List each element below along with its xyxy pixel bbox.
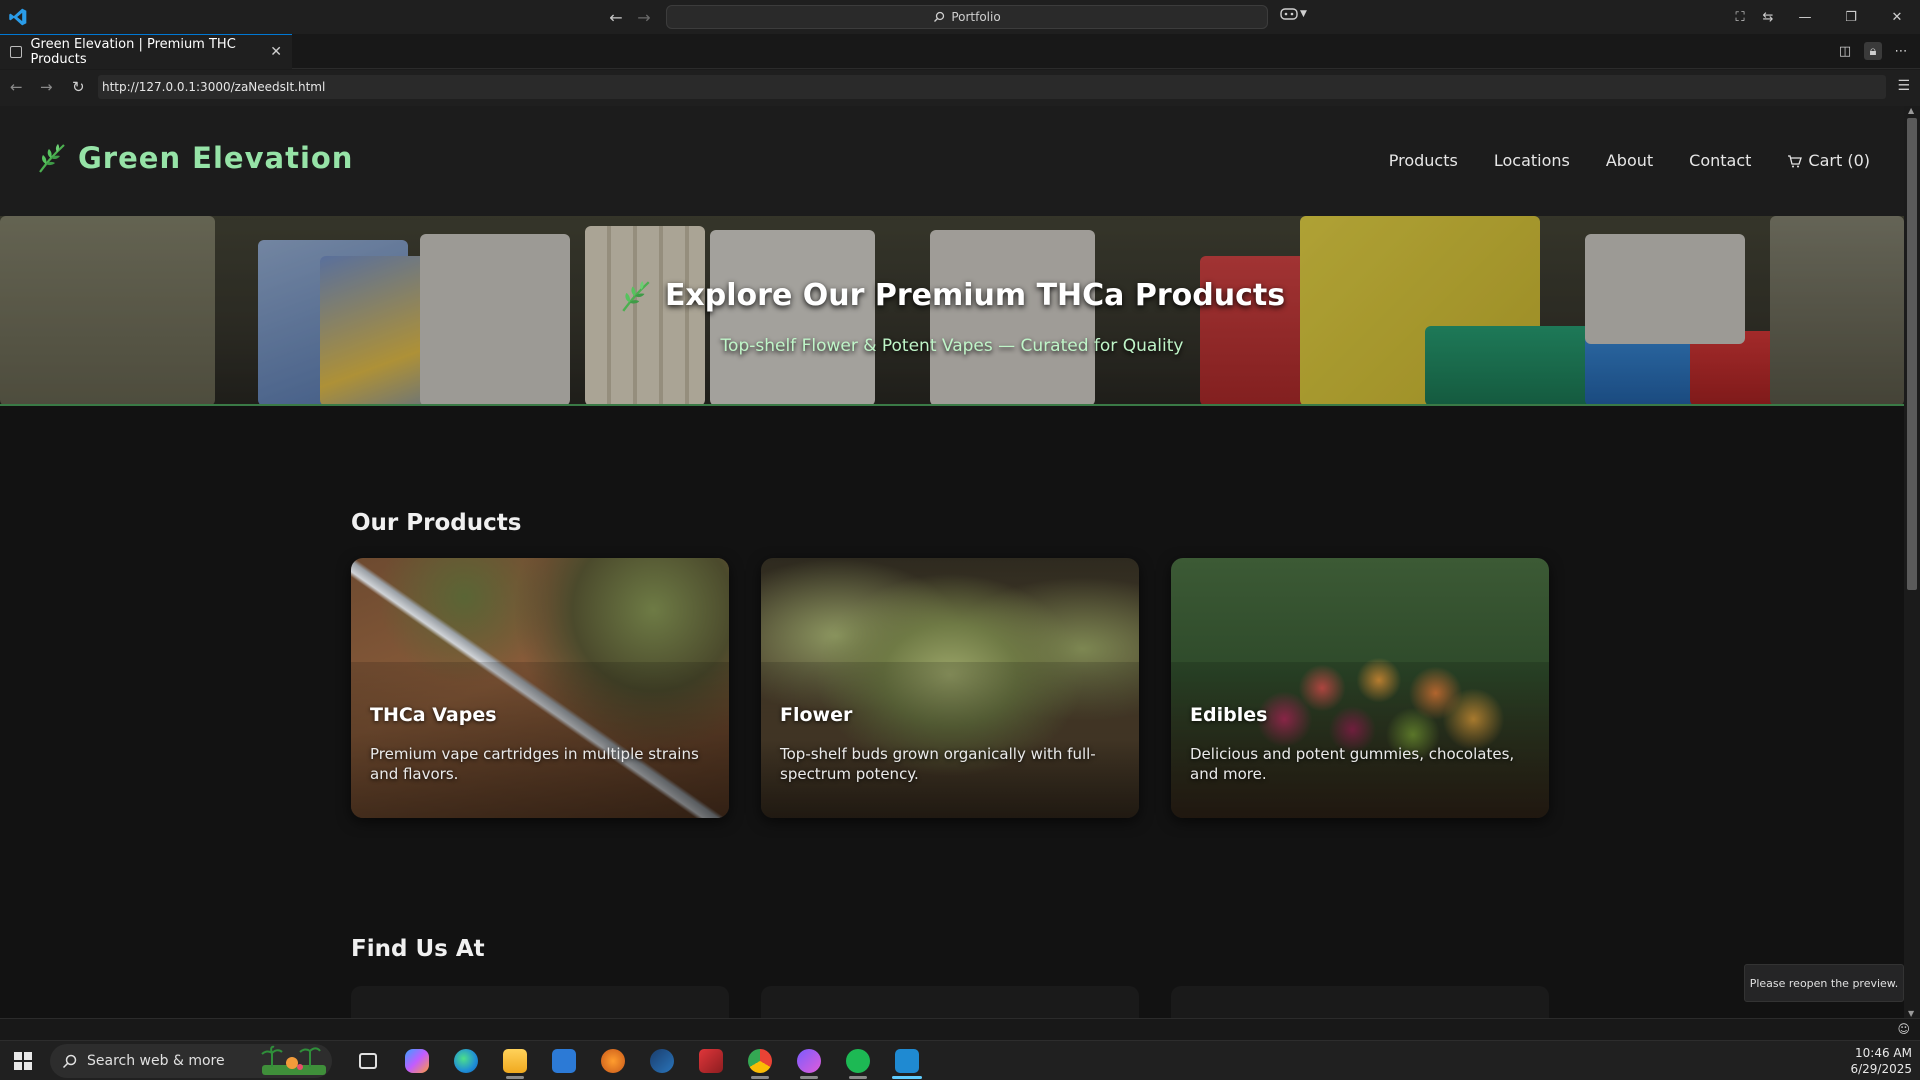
copilot-icon [1280, 8, 1298, 20]
card-shade [1171, 662, 1549, 818]
product-card-title: Edibles [1190, 704, 1268, 726]
nav-locations[interactable]: Locations [1494, 151, 1570, 170]
scroll-up-icon[interactable]: ▲ [1908, 106, 1914, 115]
search-icon [934, 11, 945, 22]
clock-date: 6/29/2025 [1850, 1062, 1912, 1076]
command-center-label: Portfolio [951, 10, 1001, 24]
hero-subtitle: Top-shelf Flower & Potent Vapes — Curate… [720, 336, 1184, 356]
nav-cart[interactable]: Cart (0) [1787, 151, 1870, 170]
location-card[interactable] [1171, 986, 1549, 1018]
layout-toggle-icon[interactable]: ⇆ [1754, 0, 1782, 34]
location-card[interactable] [351, 986, 729, 1018]
tab-title: Green Elevation | Premium THC Products [30, 37, 236, 67]
vscode-logo-icon[interactable] [8, 7, 28, 27]
card-shade [761, 662, 1139, 818]
start-button-icon[interactable] [14, 1052, 32, 1070]
notification-toast: Please reopen the preview. [1744, 964, 1904, 1002]
preview-icon [10, 46, 23, 58]
product-cards: THCa Vapes Premium vape cartridges in mu… [351, 558, 1549, 818]
brand-name: Green Elevation [78, 141, 354, 175]
preview-address-bar: ← → ↻ ☰ [0, 70, 1920, 106]
products-section-title: Our Products [351, 510, 522, 536]
cart-icon [1788, 154, 1803, 167]
discord-icon[interactable] [784, 1043, 833, 1079]
nav-contact[interactable]: Contact [1689, 151, 1751, 170]
copilot-app-icon[interactable] [392, 1043, 441, 1079]
product-card-vapes[interactable]: THCa Vapes Premium vape cartridges in mu… [351, 558, 729, 818]
forward-arrow-icon[interactable]: → [634, 6, 654, 28]
hero-banner: Explore Our Premium THCa Products Top-sh… [0, 216, 1904, 406]
steam-icon[interactable] [637, 1043, 686, 1079]
hero-heading: Explore Our Premium THCa Products [0, 278, 1904, 313]
split-editor-icon[interactable]: ◫ [1836, 42, 1854, 60]
edge-icon[interactable] [441, 1043, 490, 1079]
chrome-icon[interactable] [735, 1043, 784, 1079]
product-card-flower[interactable]: Flower Top-shelf buds grown organically … [761, 558, 1139, 818]
preview-menu-icon[interactable]: ☰ [1897, 78, 1910, 94]
lock-icon[interactable]: 🔒︎ [1864, 42, 1882, 60]
site-nav: Products Locations About Contact Cart (0… [1389, 151, 1870, 170]
window-controls: ⛶ ⇆ — ❐ ✕ [1726, 0, 1920, 34]
product-card-title: Flower [780, 704, 853, 726]
clock-time: 10:46 AM [1855, 1046, 1912, 1060]
system-clock[interactable]: 10:46 AM 6/29/2025 [1850, 1045, 1912, 1077]
title-bar: ← → Portfolio ▼ ⛶ ⇆ — ❐ ✕ [0, 0, 1920, 34]
cart-label: Cart (0) [1808, 151, 1870, 170]
preview-forward-icon[interactable]: → [40, 78, 53, 96]
nav-about[interactable]: About [1606, 151, 1653, 170]
site-header: Green Elevation Products Locations About… [0, 106, 1904, 216]
tab-preview[interactable]: Green Elevation | Premium THC Products ✕ [0, 34, 292, 69]
editor-tab-bar: Green Elevation | Premium THC Products ✕… [0, 34, 1920, 69]
card-shade [351, 662, 729, 818]
product-card-description: Premium vape cartridges in multiple stra… [370, 745, 699, 783]
page-scrollbar[interactable]: ▲ ▼ [1904, 106, 1920, 1018]
search-highlight-art-icon [261, 1045, 326, 1075]
tab-actions: ◫ 🔒︎ ⋯ [1836, 42, 1910, 60]
scrollbar-thumb[interactable] [1907, 118, 1917, 590]
taskbar-apps [343, 1043, 931, 1079]
web-page: Green Elevation Products Locations About… [0, 106, 1904, 1018]
search-icon [62, 1054, 77, 1068]
scroll-down-icon[interactable]: ▼ [1908, 1009, 1914, 1018]
brand[interactable]: Green Elevation [36, 141, 353, 175]
minimize-button[interactable]: — [1782, 0, 1828, 34]
reload-icon[interactable]: ↻ [72, 78, 85, 96]
copilot-status-icon[interactable]: ☺ [1897, 1022, 1910, 1036]
copilot-button[interactable]: ▼ [1280, 7, 1307, 21]
location-cards [351, 986, 1549, 1018]
location-card[interactable] [761, 986, 1139, 1018]
more-actions-icon[interactable]: ⋯ [1892, 42, 1910, 60]
close-tab-icon[interactable]: ✕ [270, 44, 282, 60]
chevron-down-icon: ▼ [1300, 9, 1307, 19]
product-card-edibles[interactable]: Edibles Delicious and potent gummies, ch… [1171, 558, 1549, 818]
product-card-description: Delicious and potent gummies, chocolates… [1190, 745, 1515, 783]
url-input[interactable] [98, 75, 1886, 99]
back-arrow-icon[interactable]: ← [606, 6, 626, 28]
status-bar: ☺ [0, 1018, 1920, 1040]
locations-section-title: Find Us At [351, 936, 485, 962]
microsoft-store-icon[interactable] [539, 1043, 588, 1079]
vscode-app-icon[interactable] [882, 1043, 931, 1079]
leaf-logo-icon [39, 144, 65, 173]
preview-back-icon[interactable]: ← [10, 78, 23, 96]
taskbar: Search web & more 10:46 AM 6/29/2025 [0, 1040, 1920, 1080]
hero-title-text: Explore Our Premium THCa Products [664, 278, 1286, 313]
close-window-button[interactable]: ✕ [1874, 0, 1920, 34]
command-center[interactable]: Portfolio [666, 5, 1268, 29]
search-placeholder: Search web & more [87, 1053, 225, 1069]
nav-products[interactable]: Products [1389, 151, 1458, 170]
file-explorer-icon[interactable] [490, 1043, 539, 1079]
fl-studio-icon[interactable] [588, 1043, 637, 1079]
fullscreen-icon[interactable]: ⛶ [1726, 0, 1754, 34]
product-card-title: THCa Vapes [370, 704, 497, 726]
history-nav: ← → [606, 6, 654, 28]
task-view-icon[interactable] [343, 1043, 392, 1079]
angry-ip-scanner-icon[interactable] [686, 1043, 735, 1079]
spotify-icon[interactable] [833, 1043, 882, 1079]
product-card-description: Top-shelf buds grown organically with fu… [780, 745, 1096, 783]
restore-button[interactable]: ❐ [1828, 0, 1874, 34]
leaf-icon [622, 280, 650, 312]
